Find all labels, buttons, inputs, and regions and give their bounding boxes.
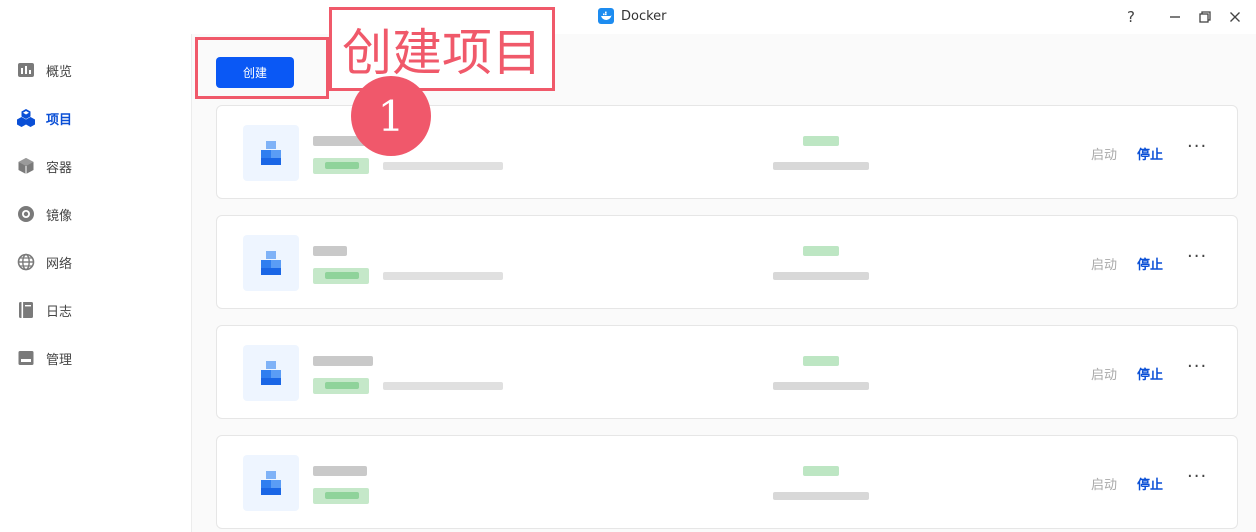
sidebar-item-network[interactable]: 网络	[16, 248, 72, 276]
sidebar-item-label: 容器	[46, 160, 73, 176]
project-stack-icon	[243, 125, 299, 181]
app-title-text: Docker	[621, 8, 667, 24]
stop-button[interactable]: 停止	[1137, 474, 1163, 493]
manage-icon	[16, 348, 36, 368]
project-name-blurred	[313, 246, 347, 256]
sidebar-item-containers[interactable]: 容器	[16, 152, 72, 180]
more-options-icon[interactable]: ···	[1187, 246, 1207, 267]
project-path-blurred	[383, 272, 503, 280]
status-tag-text-blurred	[325, 162, 359, 169]
docker-logo-icon	[598, 8, 614, 24]
more-options-icon[interactable]: ···	[1187, 356, 1207, 377]
docker-window: Docker ? 概览 项目 容器 镜像 网络 日志 管理 创建 启动 停止 ·…	[0, 0, 1256, 532]
sidebar-item-label: 项目	[46, 112, 73, 128]
status-tag-text-blurred	[325, 382, 359, 389]
sidebar-item-label: 管理	[46, 352, 73, 368]
project-card[interactable]: 启动 停止 ···	[216, 435, 1238, 529]
start-button[interactable]: 启动	[1091, 364, 1117, 383]
created-time-blurred	[773, 492, 869, 500]
start-button[interactable]: 启动	[1091, 144, 1117, 163]
container-count-blurred	[803, 246, 839, 256]
annotation-step-badge: 1	[351, 76, 431, 156]
status-tag-text-blurred	[325, 492, 359, 499]
stop-button[interactable]: 停止	[1137, 364, 1163, 383]
minimize-icon[interactable]	[1160, 5, 1190, 29]
more-options-icon[interactable]: ···	[1187, 136, 1207, 157]
status-tag-text-blurred	[325, 272, 359, 279]
project-path-blurred	[383, 382, 503, 390]
container-count-blurred	[803, 136, 839, 146]
start-button[interactable]: 启动	[1091, 254, 1117, 273]
project-card[interactable]: 启动 停止 ···	[216, 325, 1238, 419]
sidebar-item-projects[interactable]: 项目	[16, 104, 72, 132]
sidebar-item-overview[interactable]: 概览	[16, 56, 72, 84]
stop-button[interactable]: 停止	[1137, 144, 1163, 163]
sidebar-item-label: 日志	[46, 304, 73, 320]
project-path-blurred	[383, 162, 503, 170]
restore-icon[interactable]	[1190, 5, 1220, 29]
sidebar: 概览 项目 容器 镜像 网络 日志 管理	[0, 34, 192, 532]
project-stack-icon	[243, 345, 299, 401]
project-stack-icon	[243, 235, 299, 291]
project-name-blurred	[313, 356, 373, 366]
window-controls: ?	[1116, 5, 1250, 29]
sidebar-item-label: 概览	[46, 64, 73, 80]
project-cubes-icon	[16, 108, 36, 128]
sidebar-item-label: 镜像	[46, 208, 73, 224]
sidebar-item-images[interactable]: 镜像	[16, 200, 72, 228]
sidebar-item-label: 网络	[46, 256, 73, 272]
log-book-icon	[16, 300, 36, 320]
stop-button[interactable]: 停止	[1137, 254, 1163, 273]
project-name-blurred	[313, 466, 367, 476]
created-time-blurred	[773, 382, 869, 390]
help-icon[interactable]: ?	[1116, 5, 1146, 29]
created-time-blurred	[773, 162, 869, 170]
more-options-icon[interactable]: ···	[1187, 466, 1207, 487]
container-count-blurred	[803, 356, 839, 366]
container-count-blurred	[803, 466, 839, 476]
app-title: Docker	[598, 8, 667, 24]
annotation-highlight-box	[195, 37, 329, 99]
overview-chart-icon	[16, 60, 36, 80]
network-globe-icon	[16, 252, 36, 272]
start-button[interactable]: 启动	[1091, 474, 1117, 493]
created-time-blurred	[773, 272, 869, 280]
annotation-label: 创建项目	[329, 7, 555, 91]
project-stack-icon	[243, 455, 299, 511]
sidebar-item-logs[interactable]: 日志	[16, 296, 72, 324]
container-box-icon	[16, 156, 36, 176]
image-disc-icon	[16, 204, 36, 224]
close-icon[interactable]	[1220, 5, 1250, 29]
sidebar-item-manage[interactable]: 管理	[16, 344, 72, 372]
help-label: ?	[1127, 8, 1135, 26]
title-bar: Docker ?	[0, 0, 1256, 34]
project-card[interactable]: 启动 停止 ···	[216, 215, 1238, 309]
